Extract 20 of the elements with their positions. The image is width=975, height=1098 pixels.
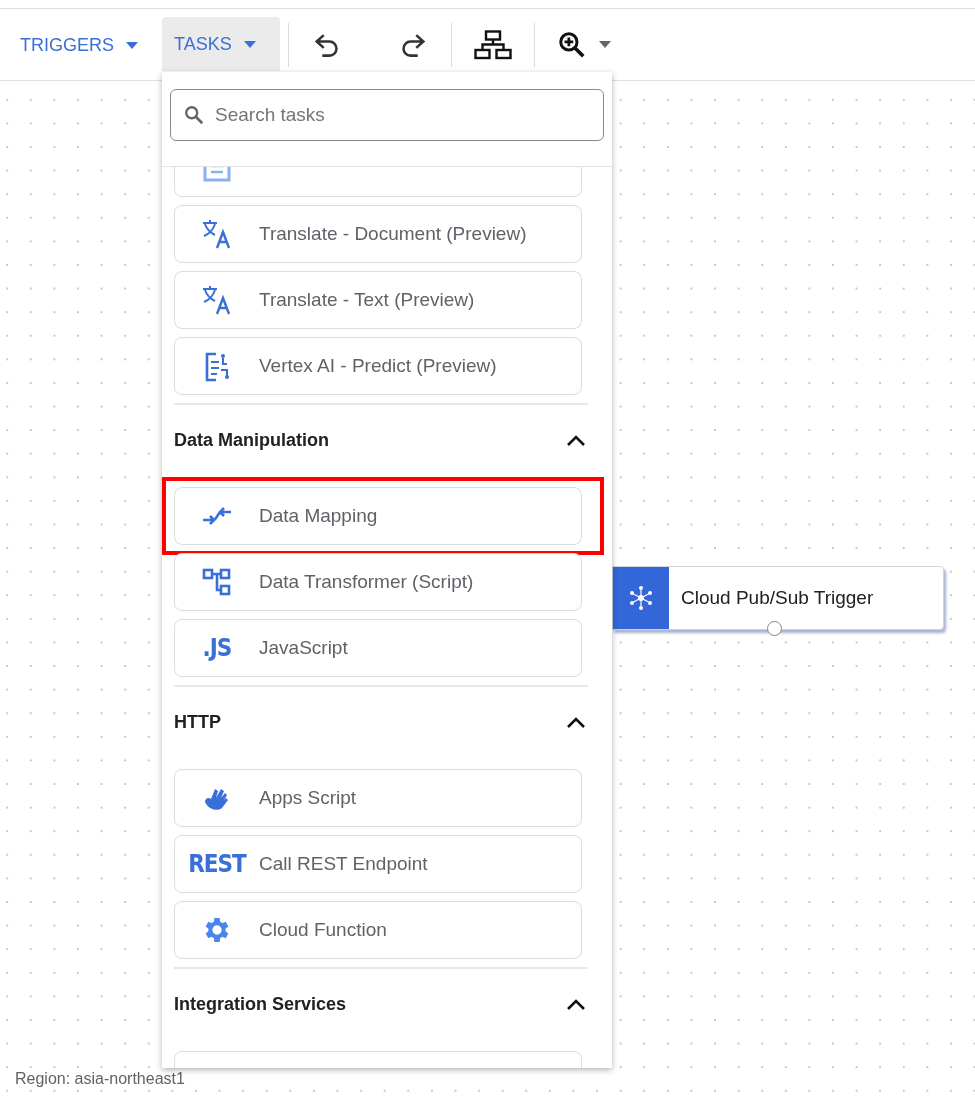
task-card[interactable]: Vertex AI - Predict (Preview) <box>174 337 582 395</box>
node-title: Cloud Pub/Sub Trigger <box>681 587 874 609</box>
task-card[interactable]: Data Transformer (Script) <box>174 553 582 611</box>
trigger-node[interactable]: Cloud Pub/Sub Trigger <box>612 566 944 630</box>
task-card[interactable]: Apps Script <box>174 769 582 827</box>
code-icon: .JS <box>202 634 232 662</box>
section-header[interactable]: HTTP <box>174 687 588 757</box>
task-card[interactable]: .JS JavaScript <box>174 619 582 677</box>
task-card[interactable]: Cloud Function <box>174 901 582 959</box>
section-header[interactable]: Integration Services <box>174 969 588 1039</box>
task-card[interactable]: Translate - Document (Preview) <box>174 205 582 263</box>
section-header[interactable]: Data Manipulation <box>174 405 588 475</box>
task-card[interactable]: Translate - Text (Preview) <box>174 271 582 329</box>
search-field[interactable]: Search tasks <box>170 89 604 141</box>
menu-button[interactable]: TASKS <box>162 17 280 71</box>
code-icon: REST <box>188 850 246 878</box>
region-label: Region: asia-northeast1 <box>15 1070 185 1088</box>
task-card[interactable]: REST Call REST Endpoint <box>174 835 582 893</box>
task-card[interactable]: Data Mapping <box>174 487 582 545</box>
menu-button[interactable]: TRIGGERS <box>8 18 162 72</box>
